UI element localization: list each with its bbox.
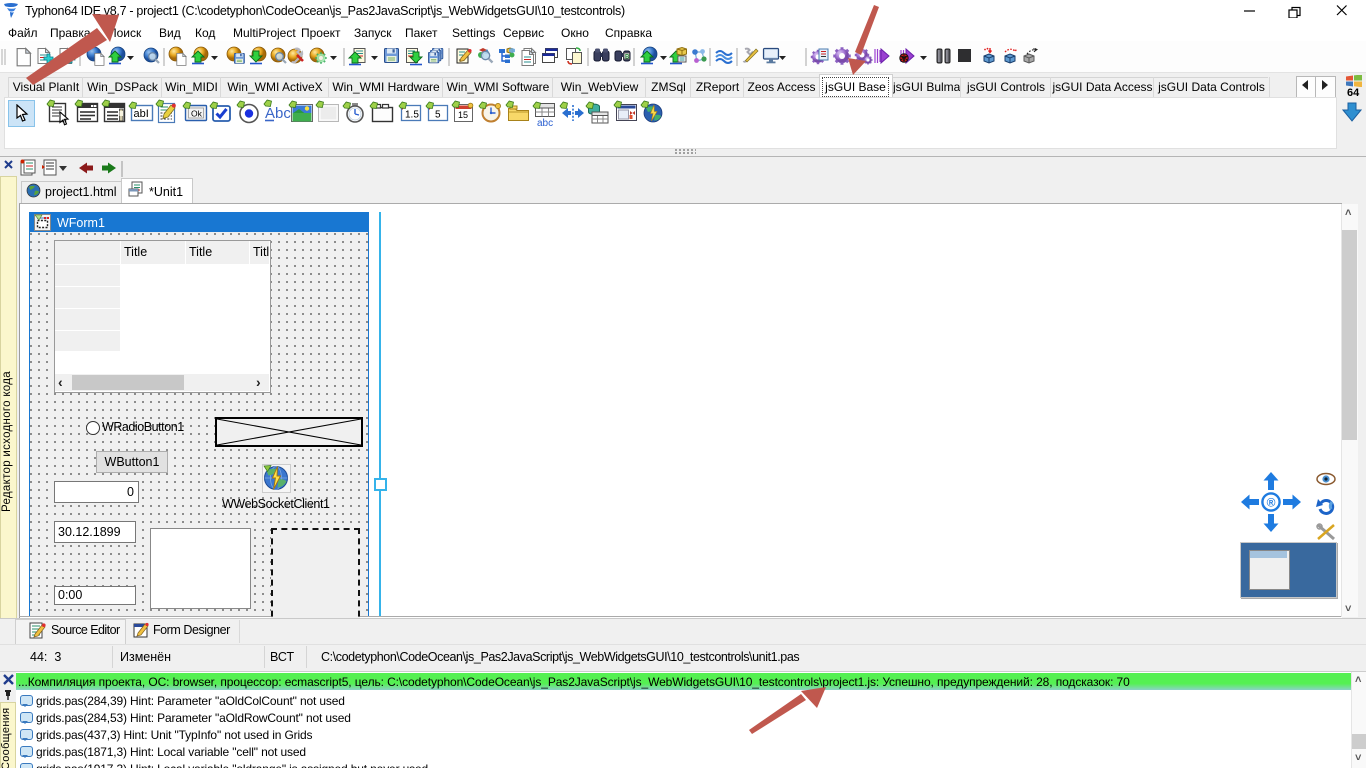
svg-text:1.5: 1.5 — [405, 110, 419, 121]
svg-text:abc: abc — [537, 118, 553, 129]
svg-text:5: 5 — [435, 110, 441, 121]
svg-text:Abc: Abc — [265, 105, 291, 122]
svg-text:Ok: Ok — [191, 109, 203, 119]
svg-text:®: ® — [1267, 496, 1276, 510]
svg-text:B: B — [625, 55, 630, 61]
svg-text:15: 15 — [458, 110, 468, 120]
svg-text:abI: abI — [134, 108, 149, 120]
